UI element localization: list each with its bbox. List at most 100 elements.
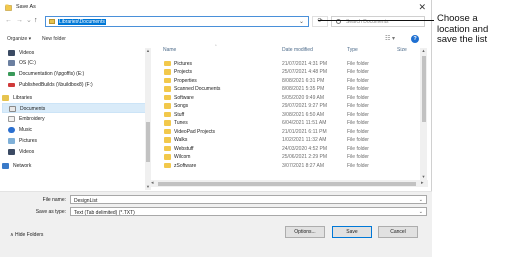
file-type: File folder — [347, 120, 369, 126]
nav-item-embroidery[interactable]: Embroidery — [2, 114, 148, 124]
file-date: 25/06/2021 2:29 PM — [282, 154, 328, 160]
column-header-type[interactable]: Type — [347, 47, 358, 58]
address-dropdown-icon[interactable]: ⌄ — [299, 18, 304, 25]
nav-item-network[interactable]: Network — [2, 161, 148, 171]
file-type: File folder — [347, 86, 369, 92]
scroll-up-icon[interactable]: ▲ — [146, 48, 150, 53]
address-bar[interactable]: Libraries\Documents ⌄ — [45, 16, 309, 27]
file-row[interactable]: zSoftware 3/07/2021 8:27 AM File folder — [157, 161, 420, 170]
nav-item-libraries[interactable]: Libraries — [2, 93, 148, 103]
file-type: File folder — [347, 145, 369, 152]
scroll-left-icon[interactable]: ◂ — [151, 180, 154, 186]
network-drive-icon — [8, 83, 15, 87]
nav-item-music[interactable]: Music — [2, 125, 148, 135]
nav-item-publishedbuilds-drive[interactable]: PublishedBuilds (\\buildbox8) (F:) — [2, 80, 148, 90]
file-type: File folder — [347, 111, 369, 118]
savetype-label: Save as type: — [35, 209, 66, 215]
save-as-dialog: Save As ✕ ← → ⌄ ↑ Libraries\Documents ⌄ … — [0, 0, 432, 257]
nav-item-label: Network — [13, 163, 32, 169]
callout-line — [318, 20, 434, 21]
folder-icon — [164, 128, 171, 134]
file-row[interactable]: Webstuff 24/03/2020 4:52 PM File folder — [157, 144, 420, 153]
chevron-down-icon[interactable]: ⌄ — [419, 197, 423, 203]
chevron-down-icon[interactable]: ⌄ — [419, 209, 423, 215]
nav-item-label: Videos — [19, 50, 35, 56]
view-options-icon[interactable]: ☷ ▾ — [385, 35, 395, 42]
cancel-button[interactable]: Cancel — [378, 226, 418, 238]
address-path[interactable]: Libraries\Documents — [58, 18, 106, 25]
organize-button[interactable]: Organize ▾ — [7, 36, 31, 42]
file-row[interactable]: Software 5/05/2020 9:49 AM File folder — [157, 93, 420, 102]
file-row[interactable]: Wilcom 25/06/2021 2:29 PM File folder — [157, 153, 420, 162]
file-name: Software — [174, 94, 194, 101]
nav-item-label: Libraries — [13, 95, 33, 101]
file-name: zSoftware — [174, 162, 197, 169]
file-list: Name ˆ Date modified Type Size Pictures … — [157, 45, 428, 189]
navigation-scrollbar[interactable]: ▲ ▼ — [145, 48, 151, 190]
column-header-size[interactable]: Size — [397, 47, 407, 58]
file-row[interactable]: VideoPad Projects 21/01/2021 6:11 PM Fil… — [157, 127, 420, 136]
scrollbar-thumb[interactable] — [421, 56, 426, 122]
title-bar: Save As ✕ — [0, 0, 432, 15]
file-date: 3/07/2021 8:27 AM — [282, 162, 324, 169]
file-row[interactable]: Stuff 3/08/2021 6:50 AM File folder — [157, 110, 420, 119]
library-icon — [49, 19, 55, 24]
close-button[interactable]: ✕ — [418, 2, 426, 13]
scroll-up-icon[interactable]: ▲ — [422, 48, 426, 53]
file-type: File folder — [347, 154, 369, 160]
save-button[interactable]: Save — [332, 226, 372, 238]
videos-icon — [8, 149, 15, 155]
forward-arrow-icon[interactable]: → — [16, 17, 23, 24]
file-type: File folder — [347, 94, 369, 101]
scrollbar-thumb[interactable] — [158, 181, 416, 186]
file-date: 8/08/2021 6:31 PM — [282, 77, 325, 84]
nav-item-videos[interactable]: Videos — [2, 48, 148, 58]
pictures-icon — [8, 138, 15, 144]
music-icon — [8, 127, 15, 133]
drive-icon — [8, 60, 15, 66]
file-row[interactable]: Properties 8/08/2021 6:31 PM File folder — [157, 76, 420, 85]
back-arrow-icon[interactable]: ← — [5, 17, 12, 24]
nav-item-os-drive[interactable]: OS (C:) — [2, 58, 148, 68]
help-icon[interactable]: ? — [411, 34, 419, 43]
search-input[interactable]: Search Documents — [331, 16, 425, 27]
file-list-vertical-scrollbar[interactable]: ▲ ▼ — [420, 48, 427, 180]
save-as-icon — [5, 4, 12, 11]
options-button[interactable]: Options... — [285, 226, 325, 238]
recent-locations-icon[interactable]: ⌄ — [26, 16, 32, 24]
refresh-button[interactable]: ⟳ — [312, 16, 328, 27]
folder-icon — [164, 103, 171, 109]
file-row[interactable]: Songs 29/07/2021 9:27 PM File folder — [157, 102, 420, 111]
new-folder-button[interactable]: New folder — [42, 36, 66, 42]
file-name: Properties — [174, 77, 197, 84]
nav-item-documents[interactable]: Documents — [2, 103, 148, 113]
file-date: 8/08/2021 5:35 PM — [282, 86, 325, 92]
callout-text: Choose a location and save the list — [437, 13, 489, 45]
file-list-horizontal-scrollbar[interactable]: ◂ ▸ — [150, 180, 428, 187]
nav-item-documentation-drive[interactable]: Documentation (\\pgoffis) (E:) — [2, 69, 148, 79]
scroll-right-icon[interactable]: ▸ — [421, 180, 424, 186]
scroll-down-icon[interactable]: ▼ — [422, 174, 426, 179]
nav-item-videos-library[interactable]: Videos — [2, 147, 148, 157]
file-row[interactable]: Walks 1/02/2021 11:32 AM File folder — [157, 136, 420, 145]
folder-icon — [164, 145, 171, 151]
folder-icon — [164, 111, 171, 117]
hide-folders-button[interactable]: ∧ Hide Folders — [10, 232, 43, 238]
column-header-name[interactable]: Name — [163, 47, 176, 58]
file-row[interactable]: Projects 25/07/2021 4:48 PM File folder — [157, 68, 420, 77]
filename-field[interactable]: DesignList ⌄ — [70, 195, 427, 204]
file-date: 21/07/2021 4:31 PM — [282, 60, 328, 67]
nav-item-label: Embroidery — [19, 116, 45, 122]
file-row[interactable]: Pictures 21/07/2021 4:31 PM File folder — [157, 59, 420, 68]
file-row[interactable]: Tunes 6/04/2021 11:51 AM File folder — [157, 119, 420, 128]
file-date: 3/08/2021 6:50 AM — [282, 111, 324, 118]
file-row[interactable]: Scanned Documents 8/08/2021 5:35 PM File… — [157, 85, 420, 94]
savetype-select[interactable]: Text (Tab delimited) (*.TXT) ⌄ — [70, 207, 427, 216]
nav-item-label: Documentation (\\pgoffis) (E:) — [19, 71, 85, 77]
nav-item-pictures[interactable]: Pictures — [2, 136, 148, 146]
up-arrow-icon[interactable]: ↑ — [34, 17, 38, 24]
column-header-date[interactable]: Date modified — [282, 47, 313, 58]
file-date: 1/02/2021 11:32 AM — [282, 137, 327, 143]
scrollbar-thumb[interactable] — [146, 122, 150, 162]
file-name: Songs — [174, 103, 189, 109]
